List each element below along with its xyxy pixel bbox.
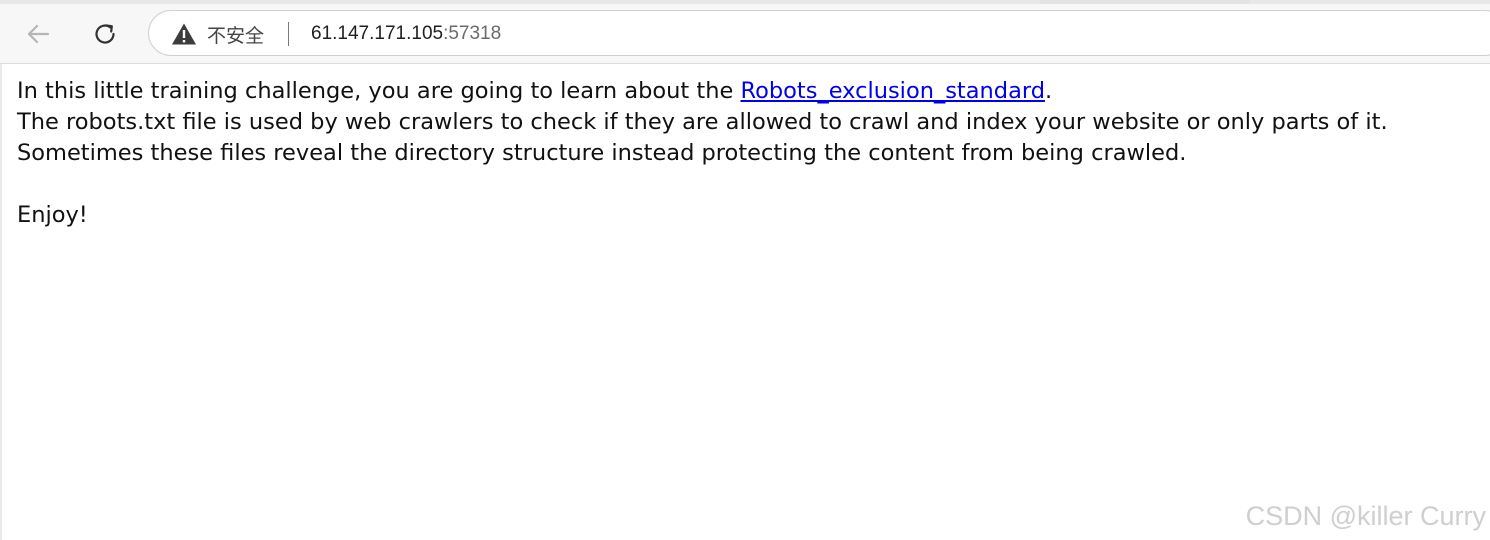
robots-exclusion-link[interactable]: Robots_exclusion_standard [740, 78, 1045, 104]
divider [288, 22, 289, 46]
url-host: 61.147.171.105 [311, 23, 444, 44]
page-content: In this little training challenge, you a… [0, 64, 1490, 540]
reload-button[interactable] [85, 14, 125, 54]
browser-toolbar: 不安全 61.147.171.105:57318 [0, 0, 1490, 64]
url-port: :57318 [443, 23, 502, 44]
warning-triangle-icon [172, 23, 196, 45]
reload-icon [95, 24, 115, 44]
security-indicator[interactable]: 不安全 [171, 20, 264, 48]
tab-strip [0, 0, 1490, 4]
directory-note: Sometimes these files reveal the directo… [17, 140, 1187, 166]
intro-text: In this little training challenge, you a… [17, 78, 741, 104]
enjoy-text: Enjoy! [17, 202, 88, 228]
robots-description: The robots.txt file is used by web crawl… [17, 109, 1388, 135]
intro-line: In this little training challenge, you a… [17, 76, 1388, 107]
address-bar[interactable]: 不安全 61.147.171.105:57318 [148, 10, 1490, 56]
url-field[interactable]: 61.147.171.105:57318 [311, 22, 501, 46]
security-label: 不安全 [207, 24, 265, 47]
tab-strip-segment [0, 0, 1040, 4]
watermark: CSDN @killer Curry [1245, 501, 1486, 531]
tab-strip-segment [1250, 0, 1490, 4]
page-body: In this little training challenge, you a… [17, 76, 1388, 231]
arrow-left-icon [27, 24, 50, 44]
back-button[interactable] [18, 14, 58, 54]
intro-period: . [1045, 78, 1053, 104]
